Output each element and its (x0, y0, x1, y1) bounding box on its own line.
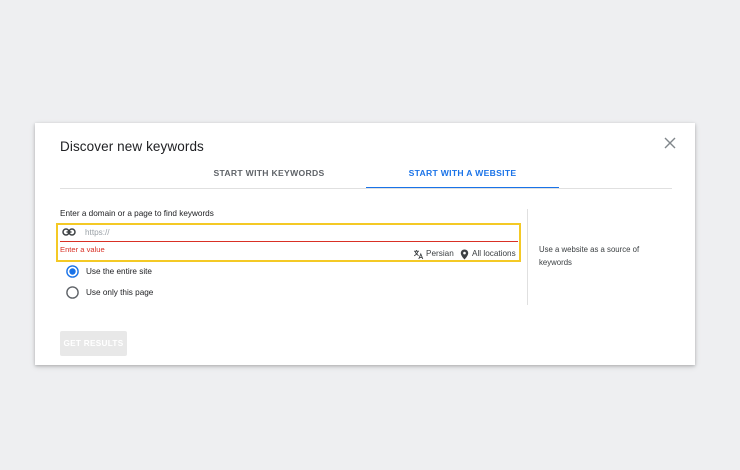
location-label: All locations (472, 249, 516, 258)
side-help-text: Use a website as a source of keywords (539, 245, 640, 267)
discover-keywords-dialog: Discover new keywords START WITH KEYWORD… (35, 123, 695, 365)
url-prompt-label: Enter a domain or a page to find keyword… (60, 209, 214, 218)
radio-entire-site[interactable] (66, 265, 79, 278)
url-error-message: Enter a value (60, 245, 105, 254)
url-field (60, 224, 518, 242)
radio-entire-site-label[interactable]: Use the entire site (86, 267, 152, 276)
language-label: Persian (426, 249, 454, 258)
translate-icon (413, 250, 424, 260)
get-results-button[interactable]: GET RESULTS (60, 331, 127, 356)
link-icon (62, 228, 76, 236)
dialog-title: Discover new keywords (60, 139, 204, 154)
close-icon[interactable] (662, 135, 678, 151)
tab-start-with-keywords[interactable]: START WITH KEYWORDS (203, 161, 335, 188)
url-input[interactable] (85, 225, 505, 239)
vertical-divider (527, 209, 528, 305)
radio-only-this-page[interactable] (66, 286, 79, 299)
location-pin-icon (460, 249, 469, 260)
tab-start-with-a-website[interactable]: START WITH A WEBSITE (366, 161, 559, 188)
radio-only-this-page-label[interactable]: Use only this page (86, 288, 153, 297)
tab-bar: START WITH KEYWORDS START WITH A WEBSITE (60, 161, 672, 189)
